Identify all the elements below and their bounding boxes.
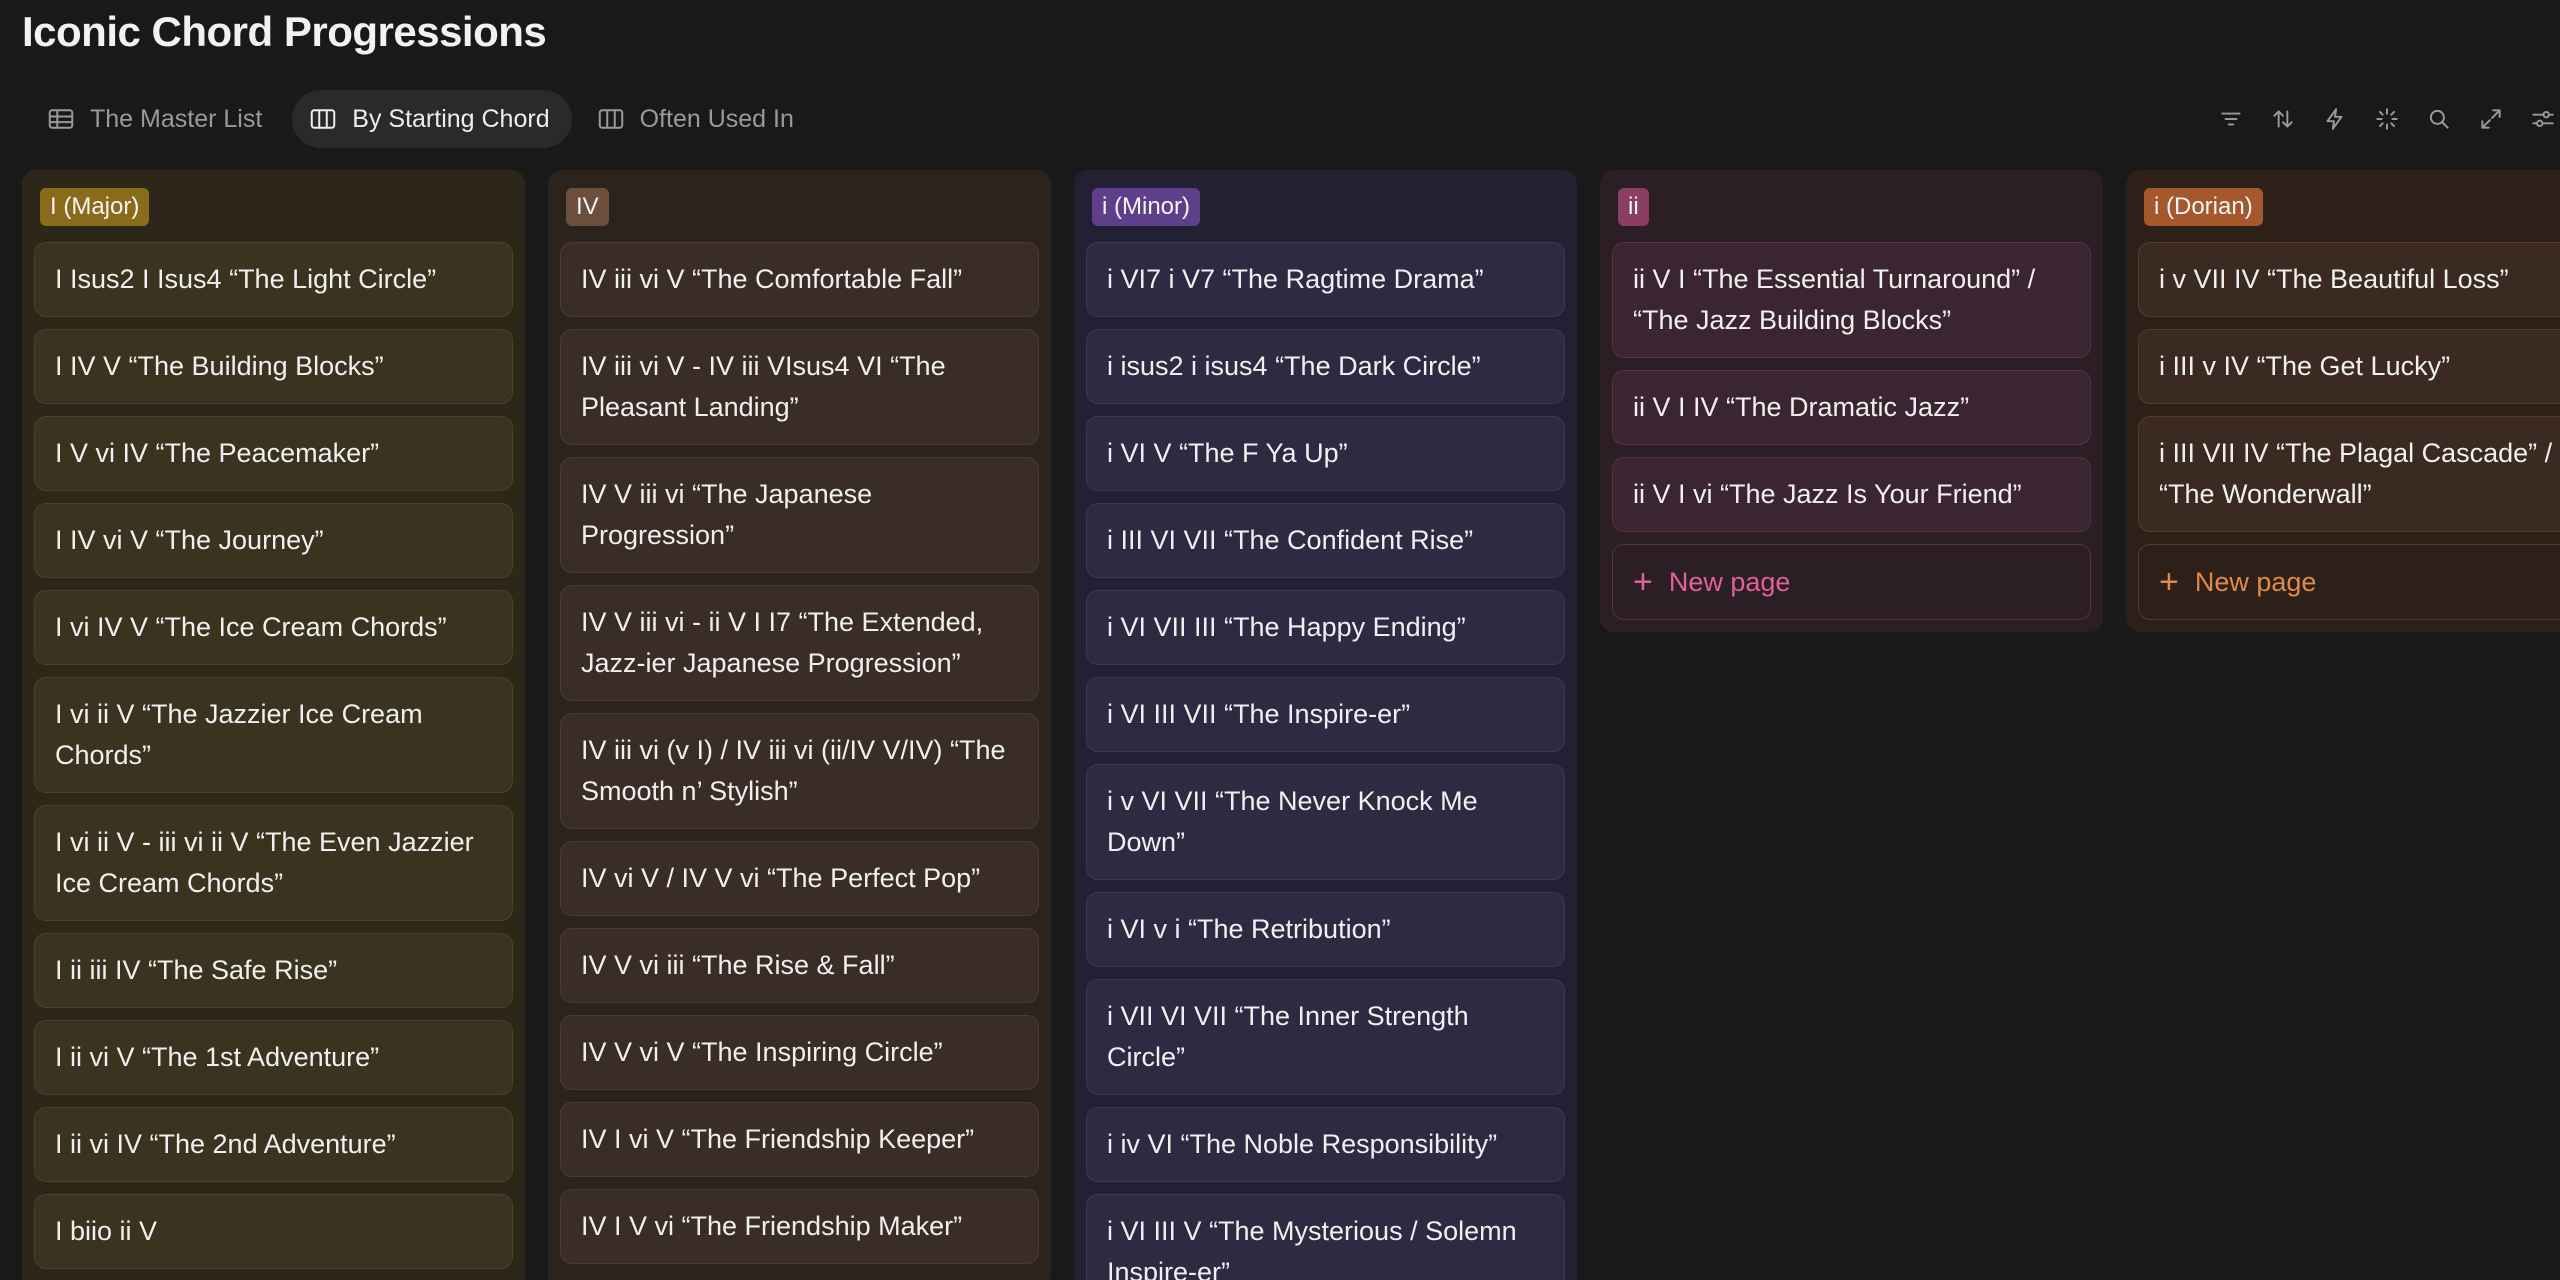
tab-master-list[interactable]: The Master List xyxy=(30,90,284,148)
board-card[interactable]: I ii vi IV “The 2nd Adventure” xyxy=(34,1107,513,1182)
search-icon[interactable] xyxy=(2422,99,2456,139)
new-page-label: New page xyxy=(2194,566,2317,597)
table-icon xyxy=(48,109,74,129)
new-page-button[interactable]: + New page xyxy=(1612,544,2091,620)
new-page-label: New page xyxy=(1668,566,1791,597)
column-tag[interactable]: IV xyxy=(566,188,609,226)
board-card[interactable]: I vi ii V “The Jazzier Ice Cream Chords” xyxy=(34,677,513,793)
board-column-ii: ii ii V I “The Essential Turnaround” / “… xyxy=(1600,170,2103,632)
page-title: Iconic Chord Progressions xyxy=(22,8,547,55)
board-card[interactable]: i v VI VII “The Never Knock Me Down” xyxy=(1086,764,1565,880)
board-card[interactable]: IV V iii vi - ii V I I7 “The Extended, J… xyxy=(560,585,1039,701)
board-card[interactable]: ii V I vi “The Jazz Is Your Friend” xyxy=(1612,457,2091,532)
board-card[interactable]: i VII VI VII “The Inner Strength Circle” xyxy=(1086,979,1565,1095)
board-card[interactable]: i iv VI “The Noble Responsibility” xyxy=(1086,1107,1565,1182)
sort-icon[interactable] xyxy=(2266,99,2300,139)
tab-label: Often Used In xyxy=(639,104,794,133)
board-icon xyxy=(598,109,623,129)
plus-icon: + xyxy=(2159,563,2179,601)
board-card[interactable]: I IV vi V “The Journey” xyxy=(34,503,513,578)
board-card[interactable]: I vi IV V “The Ice Cream Chords” xyxy=(34,590,513,665)
board-card[interactable]: ii V I IV “The Dramatic Jazz” xyxy=(1612,370,2091,445)
column-tag[interactable]: i (Minor) xyxy=(1092,188,1200,226)
board-card[interactable]: i VI7 i V7 “The Ragtime Drama” xyxy=(1086,242,1565,317)
board-card[interactable]: I vi ii V - iii vi ii V “The Even Jazzie… xyxy=(34,805,513,921)
board-column-four: IV IV iii vi V “The Comfortable Fall” IV … xyxy=(548,170,1051,1280)
board-card[interactable]: I biio ii V xyxy=(34,1194,513,1269)
board-card[interactable]: IV V vi V “The Inspiring Circle” xyxy=(560,1015,1039,1090)
tab-by-starting-chord[interactable]: By Starting Chord xyxy=(292,90,572,148)
card-list: ii V I “The Essential Turnaround” / “The… xyxy=(1612,242,2091,532)
board-card[interactable]: i III VII IV “The Plagal Cascade” / “The… xyxy=(2138,416,2560,532)
board-card[interactable]: IV iii vi (v I) / IV iii vi (ii/IV V/IV)… xyxy=(560,713,1039,829)
board-card[interactable]: i VI III V “The Mysterious / Solemn Insp… xyxy=(1086,1194,1565,1280)
toolbar xyxy=(2214,96,2560,142)
board-column-minor: i (Minor) i VI7 i V7 “The Ragtime Drama”… xyxy=(1074,170,1577,1280)
card-list: i VI7 i V7 “The Ragtime Drama” i isus2 i … xyxy=(1086,242,1565,1280)
board-column-dorian: i (Dorian) i v VII IV “The Beautiful Los… xyxy=(2126,170,2560,632)
board-column-major: I (Major) I Isus2 I Isus4 “The Light Cir… xyxy=(22,170,525,1280)
board-card[interactable]: I V vi IV “The Peacemaker” xyxy=(34,416,513,491)
automation-bolt-icon[interactable] xyxy=(2318,99,2352,139)
board-card[interactable]: I ii vi V “The 1st Adventure” xyxy=(34,1020,513,1095)
tab-often-used-in[interactable]: Often Used In xyxy=(580,90,816,148)
board-card[interactable]: IV I vi V “The Friendship Keeper” xyxy=(560,1102,1039,1177)
board-card[interactable]: IV V vi iii “The Rise & Fall” xyxy=(560,928,1039,1003)
card-list: IV iii vi V “The Comfortable Fall” IV iii… xyxy=(560,242,1039,1264)
card-list: i v VII IV “The Beautiful Loss” i III v I… xyxy=(2138,242,2560,532)
board-card[interactable]: IV iii vi V - IV iii VIsus4 VI “The Plea… xyxy=(560,329,1039,445)
column-tag[interactable]: I (Major) xyxy=(40,188,150,226)
board-card[interactable]: IV I V vi “The Friendship Maker” xyxy=(560,1189,1039,1264)
expand-icon[interactable] xyxy=(2474,99,2508,139)
column-tag[interactable]: i (Dorian) xyxy=(2144,188,2263,226)
board-card[interactable]: i VI VII III “The Happy Ending” xyxy=(1086,590,1565,665)
board-icon xyxy=(311,109,336,129)
board-card[interactable]: i isus2 i isus4 “The Dark Circle” xyxy=(1086,329,1565,404)
board-card[interactable]: IV iii vi V “The Comfortable Fall” xyxy=(560,242,1039,317)
board-card[interactable]: ii V I “The Essential Turnaround” / “The… xyxy=(1612,242,2091,358)
ai-sparkle-icon[interactable] xyxy=(2370,99,2404,139)
tab-label: By Starting Chord xyxy=(352,104,550,133)
board-card[interactable]: i VI III VII “The Inspire-er” xyxy=(1086,677,1565,752)
board-card[interactable]: I IV V “The Building Blocks” xyxy=(34,329,513,404)
board-card[interactable]: i VI v i “The Retribution” xyxy=(1086,892,1565,967)
column-tag[interactable]: ii xyxy=(1618,188,1649,226)
board-card[interactable]: I ii iii IV “The Safe Rise” xyxy=(34,933,513,1008)
board-card[interactable]: i VI V “The F Ya Up” xyxy=(1086,416,1565,491)
board: I (Major) I Isus2 I Isus4 “The Light Cir… xyxy=(22,170,2560,1280)
board-card[interactable]: i III VI VII “The Confident Rise” xyxy=(1086,503,1565,578)
board-card[interactable]: IV V iii vi “The Japanese Progression” xyxy=(560,457,1039,573)
tab-label: The Master List xyxy=(90,104,263,133)
new-page-button[interactable]: + New page xyxy=(2138,544,2560,620)
settings-sliders-icon[interactable] xyxy=(2526,99,2560,139)
board-card[interactable]: IV vi V / IV V vi “The Perfect Pop” xyxy=(560,841,1039,916)
view-tabs: The Master List By Starting Chord Often … xyxy=(30,90,816,148)
plus-icon: + xyxy=(1633,563,1653,601)
card-list: I Isus2 I Isus4 “The Light Circle” I IV V… xyxy=(34,242,513,1269)
board-card[interactable]: i III v IV “The Get Lucky” xyxy=(2138,329,2560,404)
board-card[interactable]: i v VII IV “The Beautiful Loss” xyxy=(2138,242,2560,317)
filter-icon[interactable] xyxy=(2214,99,2248,139)
board-card[interactable]: I Isus2 I Isus4 “The Light Circle” xyxy=(34,242,513,317)
